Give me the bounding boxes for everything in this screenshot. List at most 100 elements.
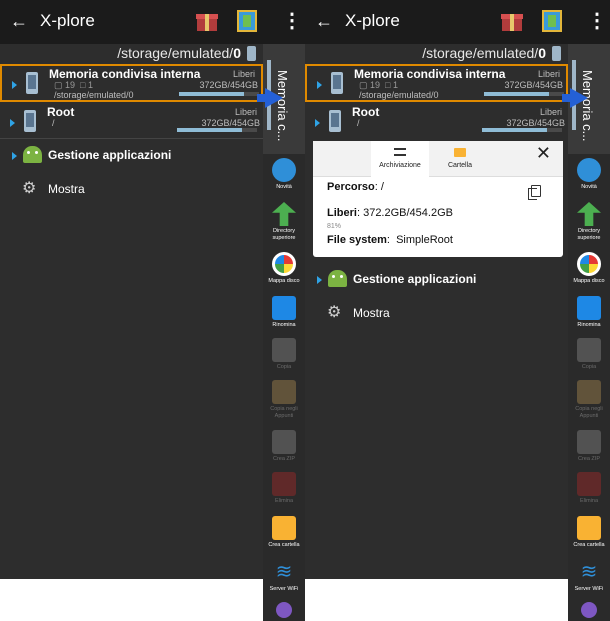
storage-icon bbox=[552, 46, 561, 61]
copy-clipboard-button[interactable]: Copia negli Appunti bbox=[568, 378, 610, 420]
storage-name: Memoria condivisa interna bbox=[354, 67, 506, 81]
root-row[interactable]: Root / Liberi 372GB/454GB bbox=[0, 104, 263, 136]
overflow-menu-icon[interactable]: ⋮ bbox=[282, 10, 302, 32]
bottom-area bbox=[0, 579, 263, 621]
storage-path: /storage/emulated/0 bbox=[359, 90, 439, 100]
disk-map-button[interactable]: Mappa disco bbox=[568, 250, 610, 292]
gift-icon[interactable] bbox=[501, 10, 523, 31]
storage-free-label: Liberi bbox=[537, 69, 560, 79]
copy-icon bbox=[577, 338, 601, 362]
new-folder-icon bbox=[272, 516, 296, 540]
arrow-right-icon bbox=[562, 88, 588, 108]
more-tool-button[interactable] bbox=[568, 600, 610, 621]
parent-directory-button[interactable]: Directory superiore bbox=[263, 200, 305, 242]
wifi-server-button[interactable]: ≋ Server WiFi bbox=[263, 558, 305, 600]
copy-button[interactable]: Copia bbox=[568, 336, 610, 378]
android-icon bbox=[328, 270, 347, 287]
side-toolbar: Novità Directory superiore Mappa disco R… bbox=[263, 154, 305, 621]
storage-usage-bar bbox=[484, 92, 564, 96]
folder-icon bbox=[454, 148, 466, 157]
popup-path-row: Percorso: / bbox=[327, 181, 384, 193]
gift-icon[interactable] bbox=[196, 10, 218, 31]
bottom-area bbox=[305, 579, 568, 621]
storage-size: 372GB/454GB bbox=[504, 80, 563, 90]
left-screen: ← X-plore ⋮ /storage/emulated/0 Memoria … bbox=[0, 0, 305, 621]
right-screen: ← X-plore ⋮ /storage/emulated/0 Memoria … bbox=[305, 0, 610, 621]
expand-triangle-icon[interactable] bbox=[317, 276, 322, 284]
overflow-menu-icon[interactable]: ⋮ bbox=[587, 10, 607, 32]
gears-icon: ⚙ bbox=[327, 304, 342, 321]
show-row[interactable]: ⚙ Mostra bbox=[305, 301, 568, 327]
arrow-right-icon bbox=[257, 88, 283, 108]
top-bar: ← X-plore ⋮ bbox=[0, 0, 305, 44]
expand-triangle-icon[interactable] bbox=[315, 119, 320, 127]
share-icon bbox=[581, 602, 597, 618]
news-button[interactable]: Novità bbox=[568, 156, 610, 198]
map-icon[interactable] bbox=[542, 10, 562, 32]
pie-chart-icon bbox=[272, 252, 296, 276]
root-row[interactable]: Root / Liberi 372GB/454GB bbox=[305, 104, 568, 136]
app-title: X-plore bbox=[40, 11, 95, 30]
expand-triangle-icon[interactable] bbox=[10, 119, 15, 127]
clipboard-icon bbox=[272, 380, 296, 404]
apps-manager-row[interactable]: Gestione applicazioni bbox=[305, 267, 568, 293]
map-icon[interactable] bbox=[237, 10, 257, 32]
tab-archiviazione[interactable]: Archiviazione bbox=[371, 141, 429, 177]
wifi-server-button[interactable]: ≋ Server WiFi bbox=[568, 558, 610, 600]
storage-usage-bar bbox=[179, 92, 259, 96]
disk-map-button[interactable]: Mappa disco bbox=[263, 250, 305, 292]
storage-row[interactable]: Memoria condivisa interna ▢ 19 □ 1 /stor… bbox=[0, 64, 263, 102]
copy-clipboard-button[interactable]: Copia negli Appunti bbox=[263, 378, 305, 420]
news-button[interactable]: Novità bbox=[263, 156, 305, 198]
expand-triangle-icon[interactable] bbox=[12, 152, 17, 160]
zip-icon bbox=[272, 430, 296, 454]
create-folder-button[interactable]: Crea cartella bbox=[263, 514, 305, 556]
copy-icon bbox=[272, 338, 296, 362]
create-zip-button[interactable]: Crea ZIP bbox=[568, 428, 610, 470]
wifi-icon: ≋ bbox=[275, 561, 293, 583]
phone-storage-icon bbox=[26, 72, 38, 94]
root-path: / bbox=[52, 118, 55, 128]
storage-icon bbox=[247, 46, 256, 61]
current-path: /storage/emulated/0 bbox=[422, 45, 546, 61]
rename-button[interactable]: Rinomina bbox=[263, 294, 305, 336]
divider bbox=[0, 138, 263, 139]
copy-button[interactable]: Copia bbox=[263, 336, 305, 378]
info-icon bbox=[577, 158, 601, 182]
root-size: 372GB/454GB bbox=[506, 118, 565, 128]
new-folder-icon bbox=[577, 516, 601, 540]
more-tool-button[interactable] bbox=[263, 600, 305, 621]
storage-path: /storage/emulated/0 bbox=[54, 90, 134, 100]
up-arrow-icon bbox=[272, 202, 296, 226]
storage-name: Memoria condivisa interna bbox=[49, 67, 201, 81]
create-zip-button[interactable]: Crea ZIP bbox=[263, 428, 305, 470]
gears-icon: ⚙ bbox=[22, 180, 37, 197]
root-free-label: Liberi bbox=[234, 107, 257, 117]
back-arrow-icon[interactable]: ← bbox=[315, 10, 333, 32]
popup-free-row: Liberi: 372.2GB/454.2GB bbox=[327, 207, 453, 219]
root-storage-icon bbox=[24, 110, 36, 132]
delete-button[interactable]: Elimina bbox=[568, 470, 610, 512]
pencil-icon bbox=[577, 296, 601, 320]
details-popup: Archiviazione Cartella ✕ Percorso: / Lib… bbox=[313, 141, 563, 257]
root-name: Root bbox=[47, 105, 75, 119]
parent-directory-button[interactable]: Directory superiore bbox=[568, 200, 610, 242]
side-toolbar: Novità Directory superiore Mappa disco R… bbox=[568, 154, 610, 621]
show-row[interactable]: ⚙ Mostra bbox=[0, 177, 263, 203]
pencil-icon bbox=[272, 296, 296, 320]
delete-button[interactable]: Elimina bbox=[263, 470, 305, 512]
expand-triangle-icon[interactable] bbox=[12, 81, 17, 89]
expand-triangle-icon[interactable] bbox=[317, 81, 322, 89]
tab-cartella[interactable]: Cartella bbox=[431, 141, 489, 177]
show-label: Mostra bbox=[353, 306, 390, 320]
apps-manager-row[interactable]: Gestione applicazioni bbox=[0, 143, 263, 169]
storage-row[interactable]: Memoria condivisa interna ▢ 19 □ 1 /stor… bbox=[305, 64, 568, 102]
root-free-label: Liberi bbox=[539, 107, 562, 117]
rename-button[interactable]: Rinomina bbox=[568, 294, 610, 336]
copy-icon[interactable] bbox=[528, 185, 541, 200]
back-arrow-icon[interactable]: ← bbox=[10, 10, 28, 32]
create-folder-button[interactable]: Crea cartella bbox=[568, 514, 610, 556]
apps-manager-label: Gestione applicazioni bbox=[353, 272, 477, 286]
close-icon[interactable]: ✕ bbox=[536, 143, 551, 164]
root-storage-icon bbox=[329, 110, 341, 132]
